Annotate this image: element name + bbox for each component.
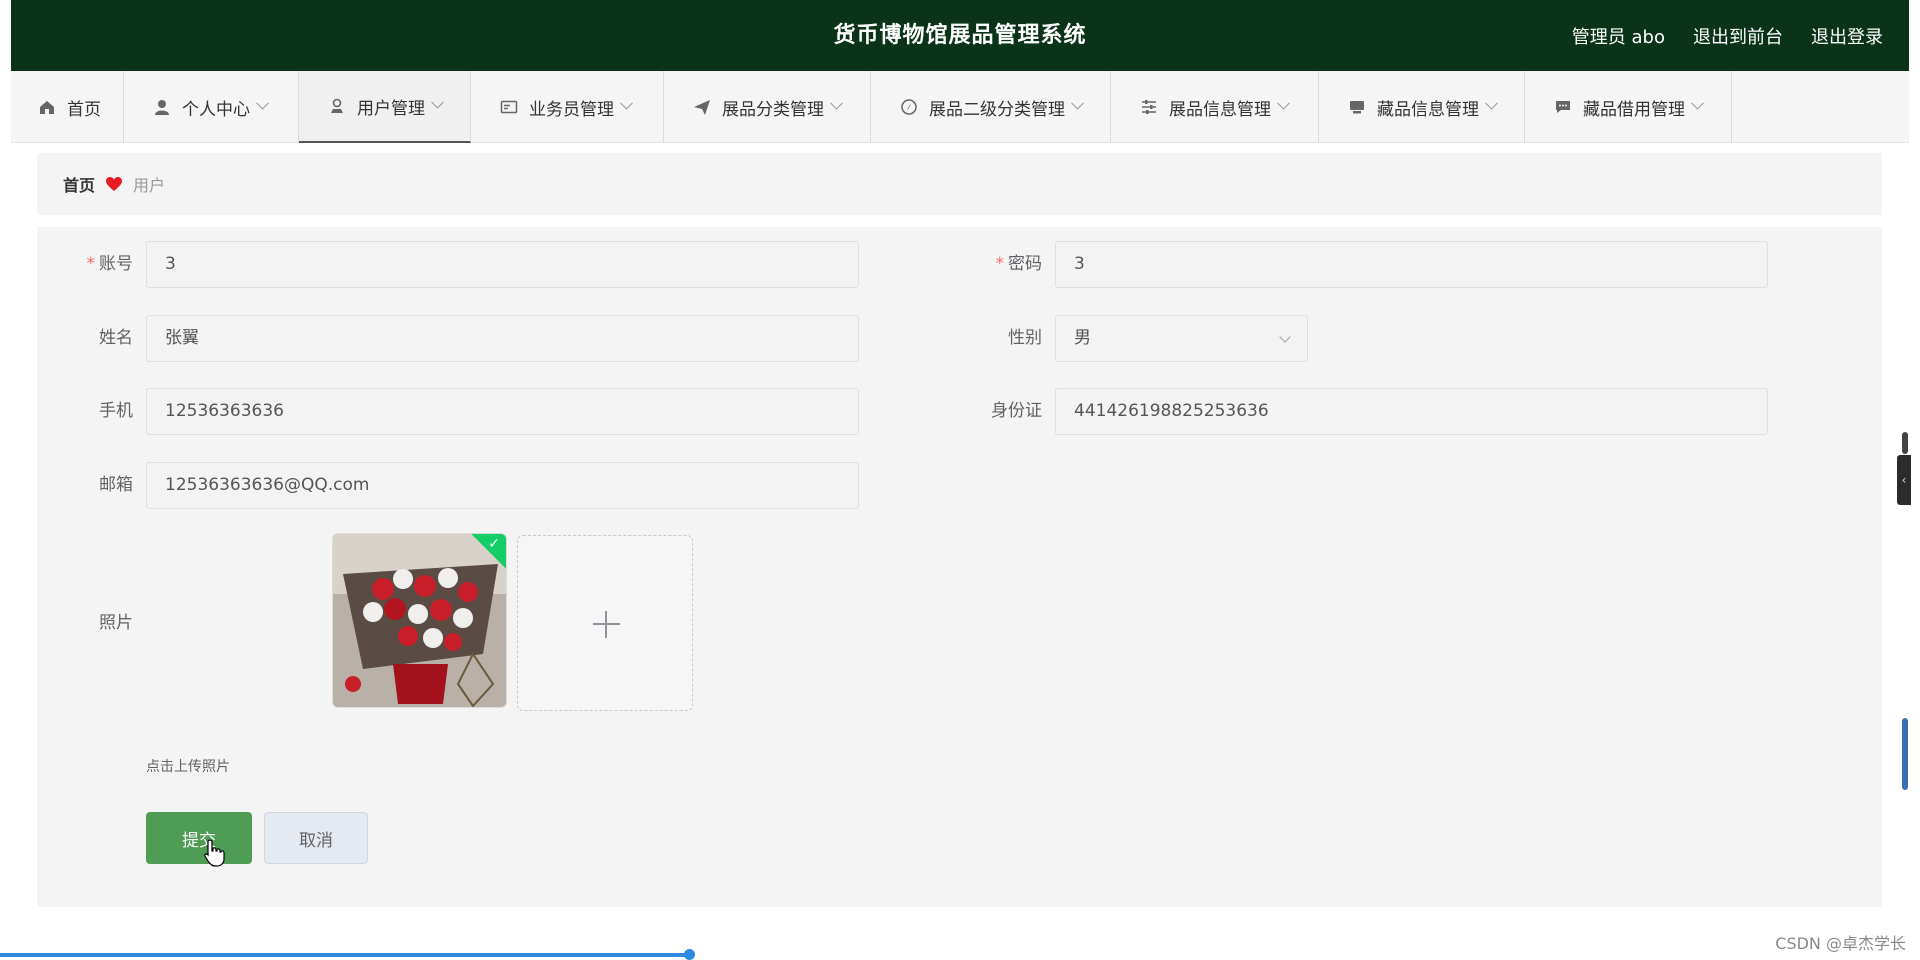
heart-icon [105,176,123,192]
name-label: 姓名 [99,328,133,348]
idcard-label: 身份证 [991,401,1042,421]
nav-item-home[interactable]: 首页 [11,71,124,143]
top-header: 货币博物馆展品管理系统 管理员 abo 退出到前台 退出登录 [11,0,1909,71]
exit-to-front-link[interactable]: 退出到前台 [1693,23,1783,49]
watermark: CSDN @卓杰学长 [1775,934,1906,953]
password-label: * 密码 [995,254,1043,274]
nav-label: 首页 [67,99,101,120]
name-input[interactable]: 张翼 [146,315,859,362]
send-icon [692,97,712,117]
admin-user-label: 管理员 abo [1571,26,1665,48]
chevron-left-icon: ‹ [1901,473,1907,487]
cancel-button[interactable]: 取消 [264,812,368,864]
nav-item-personal-center[interactable]: 个人中心 [124,71,299,143]
nav-label: 用户管理 [357,98,425,119]
chevron-down-icon [1279,331,1291,343]
header-actions: 管理员 abo 退出到前台 退出登录 [1572,0,1883,71]
photo-label: 照片 [99,613,133,633]
breadcrumb-home[interactable]: 首页 [63,172,95,196]
chevron-down-icon [1691,96,1704,110]
gender-label: 性别 [1008,328,1042,348]
message-icon [1553,97,1573,117]
required-mark: * [995,254,1005,274]
check-icon: ✓ [488,536,500,552]
submit-button[interactable]: 提交 [146,812,252,864]
nav-item-subcategory-management[interactable]: 展品二级分类管理 [871,71,1111,143]
card-icon [499,97,519,117]
nav-item-category-management[interactable]: 展品分类管理 [664,71,871,143]
nav-label: 展品信息管理 [1169,99,1271,120]
nav-item-collection-info-management[interactable]: 藏品信息管理 [1319,71,1525,143]
person-icon [152,97,172,117]
nav-item-salesperson-management[interactable]: 业务员管理 [471,71,664,143]
gender-selected-value: 男 [1074,328,1091,348]
nav-item-exhibit-info-management[interactable]: 展品信息管理 [1111,71,1319,143]
frame-left [0,0,11,960]
logout-link[interactable]: 退出登录 [1811,23,1883,49]
video-progress-bar[interactable] [0,953,690,957]
chevron-down-icon [256,96,269,110]
upload-tip: 点击上传照片 [146,759,230,775]
nav-item-collection-borrow-management[interactable]: 藏品借用管理 [1525,71,1732,143]
chevron-down-icon [1277,96,1290,110]
nav-label: 展品分类管理 [722,99,824,120]
idcard-input[interactable]: 441426198825253636 [1055,388,1768,435]
nav-label: 藏品借用管理 [1583,99,1685,120]
phone-input[interactable]: 12536363636 [146,388,859,435]
side-panel-toggle[interactable]: ‹ [1897,455,1911,505]
compass-icon [899,97,919,117]
gender-select[interactable]: 男 [1055,315,1308,362]
hand-cursor-icon [203,838,227,872]
password-input[interactable]: 3 [1055,241,1768,288]
nav-label: 藏品信息管理 [1377,99,1479,120]
chevron-down-icon [431,95,444,109]
sliders-icon [1139,97,1159,117]
account-label: * 账号 [86,254,134,274]
user-icon [327,96,347,116]
main-nav: 首页 个人中心 用户管理 业务员管理 展品分类管理 展品二级分类管理 展品信息管… [11,71,1909,143]
email-input[interactable]: 12536363636@QQ.com [146,462,859,509]
phone-label: 手机 [99,401,133,421]
nav-label: 展品二级分类管理 [929,99,1065,120]
account-input[interactable]: 3 [146,241,859,288]
monitor-icon [1347,97,1367,117]
chevron-down-icon [830,96,843,110]
breadcrumb: 首页 用户 [37,153,1882,215]
scrollbar-thumb-top[interactable] [1902,432,1908,454]
nav-item-user-management[interactable]: 用户管理 [299,71,471,143]
progress-handle[interactable] [684,949,695,960]
chevron-down-icon [1485,96,1498,110]
nav-label: 业务员管理 [529,99,614,120]
app-window: 货币博物馆展品管理系统 管理员 abo 退出到前台 退出登录 首页 个人中心 用… [0,0,1920,960]
flower-bouquet-image [333,534,506,707]
uploaded-photo-thumbnail[interactable]: ✓ [332,533,507,708]
required-mark: * [86,254,96,274]
breadcrumb-current: 用户 [133,176,166,195]
chevron-down-icon [620,96,633,110]
scrollbar-thumb[interactable] [1902,718,1908,790]
home-icon [37,97,57,117]
email-label: 邮箱 [99,475,133,495]
chevron-down-icon [1071,96,1084,110]
photo-upload-button[interactable] [517,535,693,711]
nav-label: 个人中心 [182,99,250,120]
